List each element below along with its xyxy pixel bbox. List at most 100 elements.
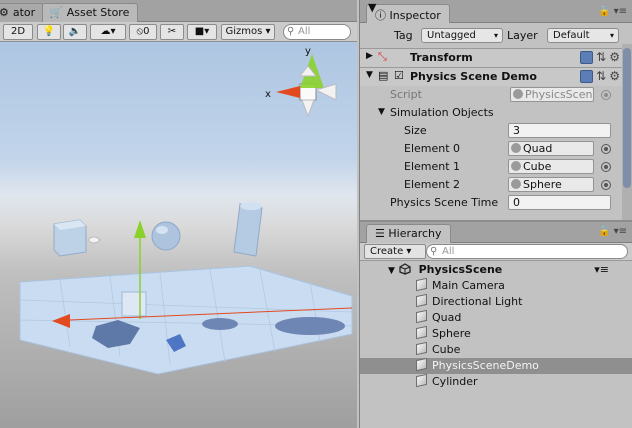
tab-asset-store[interactable]: 🛒 Asset Store: [42, 3, 139, 22]
object-picker-icon[interactable]: [601, 180, 611, 190]
tab-hierarchy[interactable]: ☰ Hierarchy: [366, 224, 451, 243]
tab-inspector[interactable]: ⓘ Inspector: [366, 4, 450, 23]
panel-menu-icon[interactable]: 🔒 ▾≡: [598, 6, 627, 17]
script-icon: ▤: [378, 69, 389, 82]
hierarchy-search-input[interactable]: ⚲ All: [426, 244, 628, 259]
speaker-icon: 🔈: [68, 26, 82, 37]
component-enabled-checkbox[interactable]: ☑: [394, 69, 404, 82]
orientation-gizmo[interactable]: [276, 54, 337, 118]
gameobject-cube-icon: [416, 277, 427, 292]
physics-scene-time-row: Physics Scene Time 0: [360, 194, 622, 212]
search-icon: ⚲: [430, 246, 438, 257]
preset-icon[interactable]: ⇅: [596, 69, 606, 83]
help-book-icon[interactable]: [580, 51, 594, 64]
list-item[interactable]: Main Camera: [360, 277, 632, 294]
hierarchy-tab-bar: ☰ Hierarchy 🔒 ▾≡: [360, 222, 632, 243]
cylinder-shadow: [275, 317, 345, 335]
panel-menu-icon[interactable]: 🔒 ▾≡: [598, 226, 627, 237]
layer-dropdown[interactable]: Default ▾: [547, 28, 619, 43]
scene-render: x y: [19, 46, 353, 375]
element-2-row: Element 2 Sphere: [360, 176, 622, 194]
transform-header[interactable]: ▶ ⤡ Transform ⇅ ⚙: [360, 48, 622, 67]
gear-icon[interactable]: ⚙: [609, 50, 620, 64]
scene-search-input[interactable]: ⚲ All: [283, 24, 351, 40]
scene-view-panel: ⚙ ator 🛒 Asset Store 2D 💡 🔈 ☁▾ ⦸0 ✂ ■▾ Giz…: [0, 0, 357, 428]
tools-button[interactable]: ✂: [160, 24, 184, 40]
preset-icon[interactable]: ⇅: [596, 50, 606, 64]
camera-dropdown[interactable]: ■▾: [187, 24, 217, 40]
gameobject-cube-icon: [416, 309, 427, 324]
sphere-object[interactable]: [151, 221, 181, 251]
gizmo-x-label: x: [265, 89, 271, 100]
effects-icon: ☁▾: [100, 26, 116, 37]
element-1-row: Element 1 Cube: [360, 158, 622, 176]
gameobject-cube-icon: [416, 357, 427, 372]
foldout-arrow-icon[interactable]: ▼: [378, 107, 385, 117]
object-picker-icon[interactable]: [601, 144, 611, 154]
cylinder-object[interactable]: [233, 203, 263, 257]
list-item-selected[interactable]: PhysicsSceneDemo: [360, 357, 632, 374]
element-0-row: Element 0 Quad: [360, 140, 622, 158]
effects-dropdown[interactable]: ☁▾: [90, 24, 126, 40]
gameobject-cube-icon: [416, 373, 427, 388]
script-field-row: Script PhysicsScen: [360, 86, 622, 104]
element-0-object-field[interactable]: Quad: [508, 141, 594, 156]
cart-icon: 🛒: [49, 6, 63, 19]
script-object-field: PhysicsScen: [510, 87, 594, 102]
inspector-panel: ⓘ Inspector 🔒 ▾≡ ▼ Tag Untagged ▾ Layer D…: [359, 0, 632, 220]
foldout-arrow-icon[interactable]: ▼: [388, 266, 395, 276]
tab-animator[interactable]: ⚙ ator: [0, 3, 45, 22]
foldout-arrow-icon[interactable]: ▼: [366, 70, 373, 80]
gizmo-y-arrow[interactable]: [134, 220, 146, 238]
list-item[interactable]: Cylinder: [360, 373, 632, 390]
unity-scene-icon: [399, 263, 411, 275]
layer-label: Layer: [507, 29, 538, 42]
hierarchy-toolbar: Create ▾ ⚲ All: [360, 243, 632, 261]
object-picker-icon[interactable]: [601, 162, 611, 172]
physics-scene-time-input[interactable]: 0: [508, 195, 611, 210]
lighting-toggle-button[interactable]: 💡: [37, 24, 61, 40]
mode-2d-button[interactable]: 2D: [3, 24, 33, 40]
cylinder-top: [240, 202, 262, 210]
list-item[interactable]: Quad: [360, 309, 632, 326]
gear-icon[interactable]: ⚙: [609, 69, 620, 83]
scene-menu-icon[interactable]: ▾≡: [594, 262, 609, 278]
chevron-down-icon: ▾: [609, 31, 614, 40]
element-1-object-field[interactable]: Cube: [508, 159, 594, 174]
create-dropdown[interactable]: Create ▾: [364, 244, 427, 259]
script-file-icon: [513, 89, 523, 99]
chevron-down-icon: ▾: [493, 31, 498, 40]
list-item[interactable]: Cube: [360, 341, 632, 358]
tag-label: Tag: [394, 29, 413, 42]
list-icon: ☰: [375, 227, 385, 240]
component-header-icons: ⇅ ⚙: [577, 50, 620, 64]
inspector-scrollbar[interactable]: [622, 44, 632, 220]
physics-scene-demo-header[interactable]: ▼ ▤ ☑ Physics Scene Demo ⇅ ⚙: [360, 67, 622, 86]
gameobject-cube-icon: [416, 293, 427, 308]
element-2-object-field[interactable]: Sphere: [508, 177, 594, 192]
scene-root-row[interactable]: ▼ PhysicsScene ▾≡: [360, 262, 632, 278]
lightbulb-icon: 💡: [42, 26, 56, 37]
tag-dropdown[interactable]: Untagged ▾: [421, 28, 503, 43]
component-header-icons: ⇅ ⚙: [577, 69, 620, 83]
gameobject-cube-icon: [416, 325, 427, 340]
object-picker-icon: [601, 90, 611, 100]
foldout-arrow-icon[interactable]: ▶: [366, 51, 373, 61]
scene-viewport[interactable]: x y: [0, 42, 357, 428]
help-book-icon[interactable]: [580, 70, 594, 83]
inspector-scrollbar-thumb[interactable]: [623, 48, 631, 188]
audio-toggle-button[interactable]: 🔈: [63, 24, 87, 40]
gear-icon: ⚙: [0, 6, 9, 19]
mesh-object-icon: [511, 143, 521, 153]
size-input[interactable]: 3: [508, 123, 611, 138]
light-icon[interactable]: [87, 236, 101, 244]
list-item[interactable]: Directional Light: [360, 293, 632, 310]
selected-object-outline: [121, 291, 147, 317]
inspector-tab-bar: ⓘ Inspector 🔒 ▾≡: [360, 0, 632, 23]
hidden-objects-button[interactable]: ⦸0: [129, 24, 157, 40]
list-item[interactable]: Sphere: [360, 325, 632, 342]
mesh-object-icon: [511, 179, 521, 189]
simulation-objects-row[interactable]: ▼ Simulation Objects: [360, 104, 622, 122]
gizmos-dropdown[interactable]: Gizmos ▾: [221, 24, 275, 40]
gameobject-cube-icon: [416, 341, 427, 356]
